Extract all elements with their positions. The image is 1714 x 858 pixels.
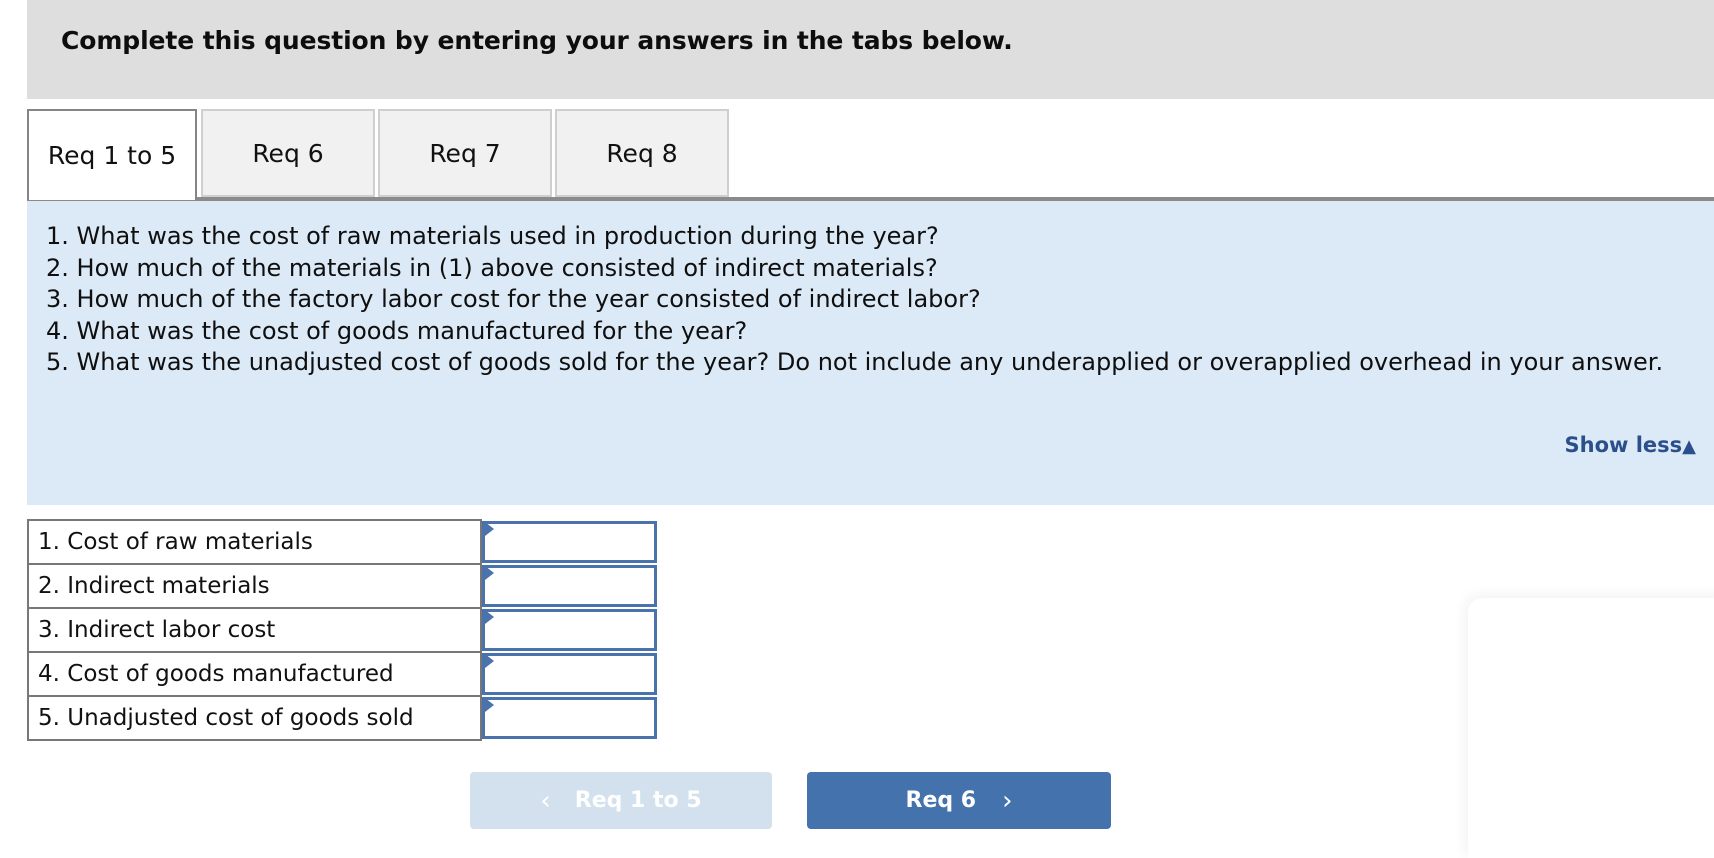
answer-input-cell-4 [481,652,658,696]
tab-req-1-to-5[interactable]: Req 1 to 5 [27,109,197,200]
tab-req-7[interactable]: Req 7 [378,109,552,197]
tab-label: Req 6 [252,138,324,168]
question-text-panel: 1. What was the cost of raw materials us… [27,197,1714,505]
next-requirement-button[interactable]: Req 6 › [807,772,1111,829]
floating-panel-edge [1468,598,1714,858]
chevron-right-icon: › [1002,785,1013,816]
table-row: 5. Unadjusted cost of goods sold [27,695,658,741]
answer-input-cell-3 [481,608,658,652]
answer-label-4: 4. Cost of goods manufactured [27,651,482,697]
tab-label: Req 7 [429,138,501,168]
question-line-1: 1. What was the cost of raw materials us… [46,222,939,250]
show-less-label: Show less [1564,433,1683,457]
tab-label: Req 8 [606,138,678,168]
caret-up-icon: ▲ [1682,436,1696,457]
prev-requirement-button[interactable]: ‹ Req 1 to 5 [470,772,772,829]
table-row: 1. Cost of raw materials [27,519,658,565]
answer-input-cell-2 [481,564,658,608]
answer-label-1: 1. Cost of raw materials [27,519,482,565]
page-title: Complete this question by entering your … [61,26,1013,55]
next-button-label: Req 6 [905,788,977,813]
question-line-3: 3. How much of the factory labor cost fo… [46,285,981,313]
answer-input-1[interactable] [482,521,657,563]
answer-input-2[interactable] [482,565,657,607]
answer-label-3: 3. Indirect labor cost [27,607,482,653]
answer-input-cell-1 [481,520,658,564]
answer-label-5: 5. Unadjusted cost of goods sold [27,695,482,741]
answer-input-3[interactable] [482,609,657,651]
question-header-bar: Complete this question by entering your … [27,0,1714,99]
show-less-toggle[interactable]: Show less▲ [1565,433,1697,457]
question-line-5: 5. What was the unadjusted cost of goods… [46,348,1664,376]
tab-req-8[interactable]: Req 8 [555,109,729,197]
table-row: 4. Cost of goods manufactured [27,651,658,697]
question-line-2: 2. How much of the materials in (1) abov… [46,253,938,282]
answer-input-cell-5 [481,696,658,740]
answers-table: 1. Cost of raw materials 2. Indirect mat… [27,519,659,741]
answer-input-4[interactable] [482,653,657,695]
table-row: 2. Indirect materials [27,563,658,609]
tab-req-6[interactable]: Req 6 [201,109,375,197]
question-line-4: 4. What was the cost of goods manufactur… [46,316,748,345]
tab-label: Req 1 to 5 [47,141,177,170]
table-row: 3. Indirect labor cost [27,607,658,653]
answer-label-2: 2. Indirect materials [27,563,482,609]
answer-input-5[interactable] [482,697,657,739]
prev-button-label: Req 1 to 5 [574,788,702,813]
chevron-left-icon: ‹ [540,785,551,816]
